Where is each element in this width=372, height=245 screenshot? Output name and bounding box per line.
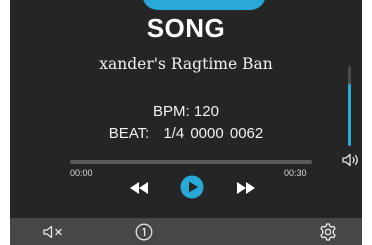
app-screen: SONG xander's Ragtime Ban BPM: 120 BEAT:… [0, 0, 372, 245]
time-total: 00:30 [284, 168, 307, 178]
top-tab[interactable] [142, 0, 266, 10]
speaker-icon[interactable] [342, 153, 360, 167]
player-panel: SONG xander's Ragtime Ban BPM: 120 BEAT:… [10, 0, 362, 245]
rewind-icon[interactable] [129, 182, 149, 194]
fast-forward-icon[interactable] [236, 182, 256, 194]
play-icon[interactable] [180, 175, 204, 199]
info-icon[interactable] [135, 223, 153, 241]
mute-icon[interactable] [43, 225, 65, 239]
bpm-value: 120 [193, 103, 219, 120]
time-elapsed: 00:00 [70, 168, 93, 178]
volume-slider[interactable] [348, 66, 351, 146]
bpm-readout: BPM: 120 [10, 103, 362, 120]
progress-bar[interactable] [70, 160, 312, 164]
song-name: xander's Ragtime Ban [99, 55, 273, 73]
beat-label: BEAT: [108, 125, 150, 142]
bottom-toolbar [10, 218, 362, 245]
volume-slider-fill [348, 83, 351, 146]
beat-value: 1/4 0000 0062 [163, 125, 264, 142]
page-title: SONG [146, 13, 226, 43]
beat-readout: BEAT: 1/4 0000 0062 [10, 125, 362, 142]
bpm-label: BPM: [153, 103, 190, 120]
gear-icon[interactable] [319, 223, 337, 241]
